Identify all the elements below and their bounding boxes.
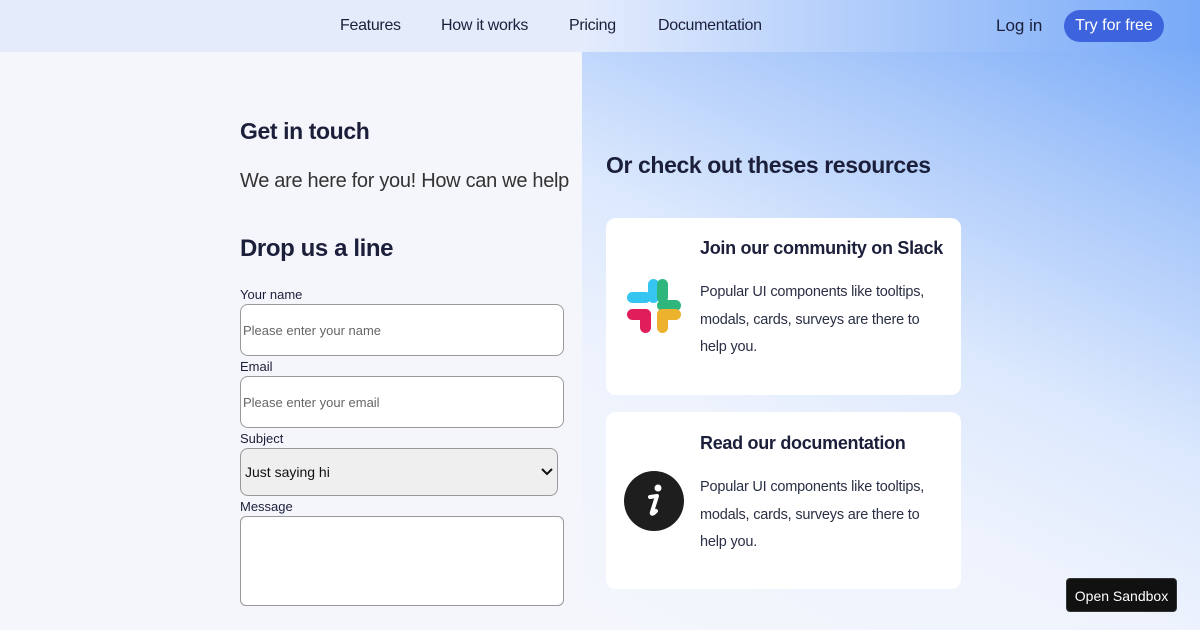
chevron-down-icon <box>541 468 553 476</box>
subject-label: Subject <box>240 431 284 446</box>
info-icon <box>624 471 684 531</box>
documentation-card-text: Popular UI components like tooltips, mod… <box>700 479 925 550</box>
slack-card[interactable]: Join our community on Slack Popular UI c… <box>606 218 961 395</box>
name-input[interactable] <box>240 304 564 356</box>
nav-link-features[interactable]: Features <box>340 17 401 35</box>
page-title: Get in touch <box>240 118 370 144</box>
email-input[interactable] <box>240 376 564 428</box>
open-sandbox-button[interactable]: Open Sandbox <box>1066 578 1177 612</box>
login-link[interactable]: Log in <box>996 16 1042 36</box>
documentation-card[interactable]: Read our documentation Popular UI compon… <box>606 412 961 589</box>
nav-link-how-it-works[interactable]: How it works <box>441 17 528 35</box>
email-label: Email <box>240 359 273 374</box>
page-subtitle: We are here for you! How can we help <box>240 170 570 192</box>
name-label: Your name <box>240 287 303 302</box>
nav-link-documentation[interactable]: Documentation <box>658 17 762 35</box>
message-textarea[interactable] <box>240 516 564 606</box>
try-for-free-button[interactable]: Try for free <box>1064 10 1164 42</box>
subject-select[interactable]: Just saying hi <box>240 448 558 496</box>
slack-card-text: Popular UI components like tooltips, mod… <box>700 284 925 355</box>
message-label: Message <box>240 499 293 514</box>
subject-selected-value: Just saying hi <box>245 464 330 480</box>
documentation-card-title: Read our documentation <box>700 433 906 453</box>
top-navigation: Features How it works Pricing Documentat… <box>0 0 1200 52</box>
form-title: Drop us a line <box>240 235 394 262</box>
slack-icon <box>627 279 681 333</box>
resources-title: Or check out theses resources <box>606 152 931 178</box>
slack-card-title: Join our community on Slack <box>700 238 943 258</box>
nav-link-pricing[interactable]: Pricing <box>569 17 616 35</box>
